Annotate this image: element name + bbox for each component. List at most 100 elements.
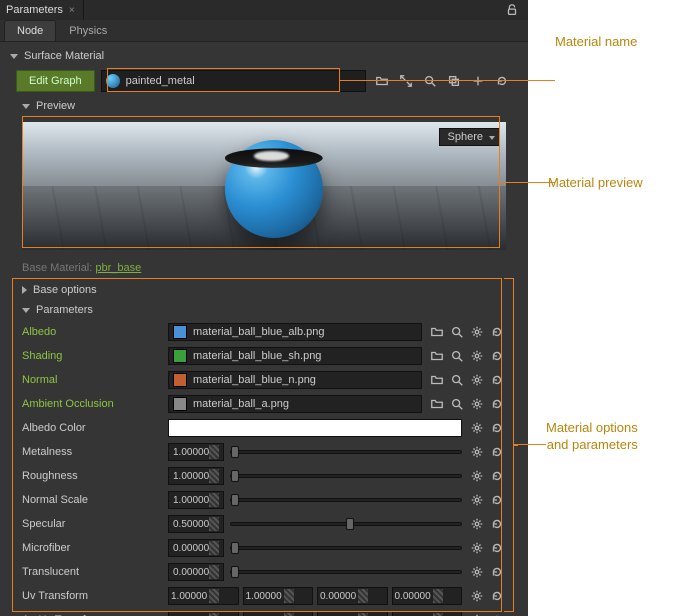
gear-icon[interactable] [468, 539, 486, 557]
param-row-uv-transform: Uv Transform1.000001.000000.000000.00000 [0, 584, 528, 608]
reset-icon[interactable] [488, 539, 506, 557]
lock-icon[interactable] [502, 0, 522, 20]
param-row-microfiber: Microfiber 0.00000 [0, 536, 528, 560]
numeric-input[interactable]: 0.50000 [168, 515, 224, 533]
slider[interactable] [230, 474, 462, 478]
material-name-field[interactable] [101, 70, 366, 92]
preview-shape-value: Sphere [448, 131, 483, 143]
folder-icon[interactable] [428, 371, 446, 389]
numeric-input[interactable]: 1.00000 [168, 587, 239, 605]
numeric-input[interactable]: 0.00000 [317, 611, 388, 616]
texture-field[interactable]: material_ball_blue_sh.png [168, 347, 422, 365]
reset-icon[interactable] [488, 371, 506, 389]
gear-icon[interactable] [468, 443, 486, 461]
reset-icon[interactable] [488, 467, 506, 485]
folder-icon[interactable] [428, 395, 446, 413]
stripe-icon [209, 469, 219, 483]
search-icon[interactable] [448, 323, 466, 341]
parameters-label: Parameters [36, 304, 93, 316]
gear-icon[interactable] [468, 323, 486, 341]
param-row-ao: Ambient Occlusion material_ball_a.png [0, 392, 528, 416]
texture-field[interactable]: material_ball_blue_n.png [168, 371, 422, 389]
preview-viewport[interactable]: Sphere [22, 122, 506, 250]
reset-icon[interactable] [488, 611, 506, 616]
numeric-input[interactable]: 0.00000 [392, 611, 463, 616]
folder-icon[interactable] [428, 323, 446, 341]
search-icon[interactable] [448, 395, 466, 413]
panel-title-tab[interactable]: Parameters × [6, 0, 84, 20]
reset-icon[interactable] [488, 587, 506, 605]
texture-field[interactable]: material_ball_a.png [168, 395, 422, 413]
slider[interactable] [230, 450, 462, 454]
slider-thumb[interactable] [231, 542, 239, 554]
annotation-material-options: Material options and parameters [546, 420, 638, 454]
slider-thumb[interactable] [231, 446, 239, 458]
numeric-input[interactable]: 1.00000 [168, 491, 224, 509]
search-icon[interactable] [448, 371, 466, 389]
numeric-input[interactable]: 1.00000 [168, 443, 224, 461]
numeric-input[interactable]: 1.00000 [168, 611, 239, 616]
param-label: Shading [22, 350, 162, 362]
base-material-link[interactable]: pbr_base [95, 262, 141, 274]
numeric-input[interactable]: 1.00000 [168, 467, 224, 485]
slider[interactable] [230, 570, 462, 574]
reset-icon[interactable] [488, 347, 506, 365]
preview-material-ball [225, 140, 323, 238]
numeric-input[interactable]: 1.00000 [243, 611, 314, 616]
slider[interactable] [230, 498, 462, 502]
reset-icon[interactable] [488, 443, 506, 461]
search-icon[interactable] [448, 347, 466, 365]
param-row-shading: Shading material_ball_blue_sh.png [0, 344, 528, 368]
folder-icon[interactable] [428, 347, 446, 365]
expand-icon[interactable] [396, 71, 416, 91]
numeric-input[interactable]: 0.00000 [168, 563, 224, 581]
gear-icon[interactable] [468, 563, 486, 581]
reset-icon[interactable] [488, 491, 506, 509]
slider-thumb[interactable] [346, 518, 354, 530]
base-options-header[interactable]: Base options [0, 280, 528, 300]
slider-thumb[interactable] [231, 566, 239, 578]
gear-icon[interactable] [468, 395, 486, 413]
preview-header[interactable]: Preview [0, 96, 528, 116]
reset-icon[interactable] [488, 395, 506, 413]
gear-icon[interactable] [468, 587, 486, 605]
numeric-input[interactable]: 1.00000 [243, 587, 314, 605]
preview-shape-select[interactable]: Sphere [439, 128, 500, 146]
reset-icon[interactable] [488, 323, 506, 341]
surface-material-header[interactable]: Surface Material [0, 46, 528, 66]
gear-icon[interactable] [468, 515, 486, 533]
tab-node[interactable]: Node [4, 20, 56, 41]
parameters-header[interactable]: Parameters [0, 300, 528, 320]
gear-icon[interactable] [468, 347, 486, 365]
gear-icon[interactable] [468, 491, 486, 509]
close-icon[interactable]: × [69, 5, 75, 16]
tab-physics[interactable]: Physics [56, 20, 120, 41]
reset-icon[interactable] [488, 419, 506, 437]
numeric-input[interactable]: 0.00000 [392, 587, 463, 605]
gear-icon[interactable] [468, 611, 486, 616]
numeric-input[interactable]: 0.00000 [168, 539, 224, 557]
reset-icon[interactable] [492, 71, 512, 91]
search-icon[interactable] [420, 71, 440, 91]
gear-icon[interactable] [468, 371, 486, 389]
stripe-icon [433, 589, 443, 603]
add-icon[interactable] [468, 71, 488, 91]
slider-thumb[interactable] [231, 494, 239, 506]
gear-icon[interactable] [468, 467, 486, 485]
edit-graph-button[interactable]: Edit Graph [16, 70, 95, 92]
numeric-input[interactable]: 0.00000 [317, 587, 388, 605]
slider[interactable] [230, 546, 462, 550]
material-name-input[interactable] [126, 75, 361, 87]
folder-icon[interactable] [372, 71, 392, 91]
gear-icon[interactable] [468, 419, 486, 437]
clone-icon[interactable] [444, 71, 464, 91]
reset-icon[interactable] [488, 515, 506, 533]
content-area: Surface Material Edit Graph Preview [0, 42, 528, 616]
caret-down-icon [10, 54, 18, 59]
param-label: Microfiber [22, 542, 162, 554]
reset-icon[interactable] [488, 563, 506, 581]
texture-field[interactable]: material_ball_blue_alb.png [168, 323, 422, 341]
slider-thumb[interactable] [231, 470, 239, 482]
slider[interactable] [230, 522, 462, 526]
color-swatch[interactable] [168, 419, 462, 437]
